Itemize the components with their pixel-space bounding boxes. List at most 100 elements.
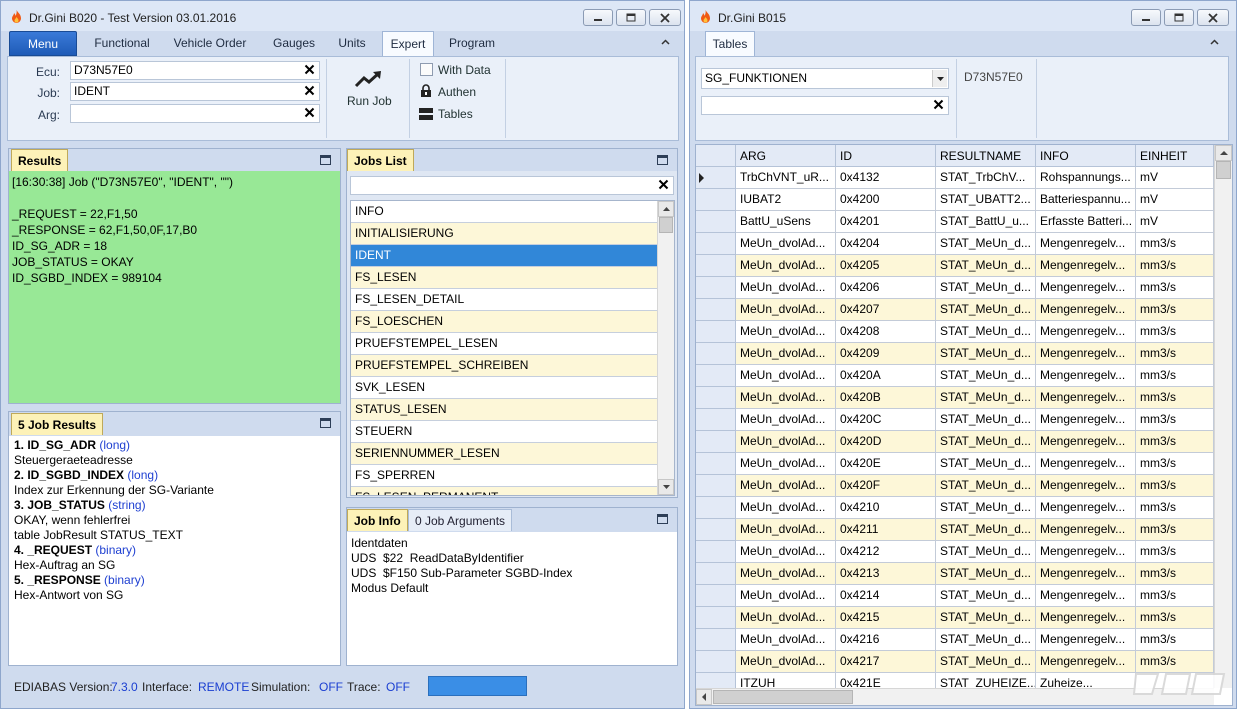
tab-functional[interactable]: Functional: [87, 31, 157, 56]
job-list-item[interactable]: FS_SPERREN: [351, 465, 657, 487]
grid-cell[interactable]: STAT_MeUn_d...: [936, 409, 1036, 431]
grid-cell[interactable]: STAT_MeUn_d...: [936, 519, 1036, 541]
grid-cell[interactable]: MeUn_dvolAd...: [736, 431, 836, 453]
row-header[interactable]: [696, 299, 736, 321]
grid-cell[interactable]: Mengenregelv...: [1036, 233, 1136, 255]
panel-maximize-icon[interactable]: [320, 418, 331, 428]
grid-cell[interactable]: 0x420F: [836, 475, 936, 497]
tables-button[interactable]: Tables: [438, 107, 473, 121]
grid-cell[interactable]: STAT_MeUn_d...: [936, 255, 1036, 277]
row-header[interactable]: [696, 453, 736, 475]
grid-cell[interactable]: mm3/s: [1136, 387, 1214, 409]
grid-cell[interactable]: Erfasste Batteri...: [1036, 211, 1136, 233]
clear-icon[interactable]: [304, 64, 315, 75]
grid-cell[interactable]: 0x4215: [836, 607, 936, 629]
row-header[interactable]: [696, 651, 736, 673]
grid-cell[interactable]: STAT_MeUn_d...: [936, 497, 1036, 519]
grid-cell[interactable]: MeUn_dvolAd...: [736, 453, 836, 475]
row-header[interactable]: [696, 343, 736, 365]
grid-cell[interactable]: mm3/s: [1136, 321, 1214, 343]
grid-cell[interactable]: Mengenregelv...: [1036, 541, 1136, 563]
grid-cell[interactable]: Mengenregelv...: [1036, 563, 1136, 585]
clear-icon[interactable]: [933, 99, 944, 110]
grid-cell[interactable]: mm3/s: [1136, 585, 1214, 607]
grid-cell[interactable]: STAT_MeUn_d...: [936, 387, 1036, 409]
grid-cell[interactable]: MeUn_dvolAd...: [736, 497, 836, 519]
grid-cell[interactable]: STAT_MeUn_d...: [936, 431, 1036, 453]
grid-cell[interactable]: 0x4217: [836, 651, 936, 673]
authen-button[interactable]: Authen: [438, 85, 476, 99]
grid-cell[interactable]: STAT_MeUn_d...: [936, 607, 1036, 629]
grid-cell[interactable]: STAT_MeUn_d...: [936, 365, 1036, 387]
grid-cell[interactable]: 0x4206: [836, 277, 936, 299]
row-header[interactable]: [696, 211, 736, 233]
grid-cell[interactable]: mm3/s: [1136, 607, 1214, 629]
grid-cell[interactable]: 0x420C: [836, 409, 936, 431]
grid-cell[interactable]: Mengenregelv...: [1036, 277, 1136, 299]
row-header[interactable]: [696, 563, 736, 585]
clear-icon[interactable]: [658, 179, 669, 190]
row-header[interactable]: [696, 607, 736, 629]
column-header-einheit[interactable]: EINHEIT: [1136, 145, 1214, 167]
grid-cell[interactable]: STAT_TrbChV...: [936, 167, 1036, 189]
grid-cell[interactable]: MeUn_dvolAd...: [736, 277, 836, 299]
grid-cell[interactable]: 0x4132: [836, 167, 936, 189]
scroll-down-button[interactable]: [658, 479, 674, 495]
row-header[interactable]: [696, 233, 736, 255]
row-header[interactable]: [696, 277, 736, 299]
grid-cell[interactable]: 0x4205: [836, 255, 936, 277]
grid-cell[interactable]: MeUn_dvolAd...: [736, 343, 836, 365]
grid-cell[interactable]: Mengenregelv...: [1036, 299, 1136, 321]
job-field[interactable]: IDENT: [70, 82, 320, 101]
maximize-button[interactable]: [1164, 9, 1194, 26]
grid-cell[interactable]: mm3/s: [1136, 343, 1214, 365]
with-data-checkbox[interactable]: [420, 63, 433, 76]
tab-menu[interactable]: Menu: [9, 31, 77, 56]
grid-cell[interactable]: mm3/s: [1136, 563, 1214, 585]
title-bar[interactable]: Dr.Gini B015: [690, 1, 1236, 31]
column-header-info[interactable]: INFO: [1036, 145, 1136, 167]
minimize-button[interactable]: [583, 9, 613, 26]
grid-cell[interactable]: Mengenregelv...: [1036, 497, 1136, 519]
grid-cell[interactable]: 0x4211: [836, 519, 936, 541]
job-list-item[interactable]: SVK_LESEN: [351, 377, 657, 399]
grid-cell[interactable]: 0x420D: [836, 431, 936, 453]
job-list-item[interactable]: FS_LOESCHEN: [351, 311, 657, 333]
grid-cell[interactable]: 0x420E: [836, 453, 936, 475]
grid-cell[interactable]: Mengenregelv...: [1036, 365, 1136, 387]
grid-cell[interactable]: 0x4213: [836, 563, 936, 585]
job-list-item[interactable]: INFO: [351, 201, 657, 223]
grid-cell[interactable]: Mengenregelv...: [1036, 629, 1136, 651]
grid-cell[interactable]: mm3/s: [1136, 299, 1214, 321]
grid-cell[interactable]: 0x420B: [836, 387, 936, 409]
grid-cell[interactable]: STAT_MeUn_d...: [936, 541, 1036, 563]
table-select[interactable]: SG_FUNKTIONEN: [701, 68, 949, 89]
grid-cell[interactable]: IUBAT2: [736, 189, 836, 211]
grid-cell[interactable]: STAT_MeUn_d...: [936, 585, 1036, 607]
tab-job-info[interactable]: Job Info: [347, 509, 408, 531]
arg-field[interactable]: [70, 104, 320, 123]
grid-cell[interactable]: mm3/s: [1136, 255, 1214, 277]
with-data-label[interactable]: With Data: [438, 63, 491, 77]
panel-maximize-icon[interactable]: [657, 155, 668, 165]
job-list-item[interactable]: STEUERN: [351, 421, 657, 443]
grid-cell[interactable]: Mengenregelv...: [1036, 475, 1136, 497]
grid-cell[interactable]: STAT_MeUn_d...: [936, 651, 1036, 673]
panel-maximize-icon[interactable]: [320, 155, 331, 165]
grid-cell[interactable]: Rohspannungs...: [1036, 167, 1136, 189]
grid-cell[interactable]: mm3/s: [1136, 475, 1214, 497]
grid-cell[interactable]: MeUn_dvolAd...: [736, 299, 836, 321]
grid-cell[interactable]: STAT_MeUn_d...: [936, 343, 1036, 365]
grid-cell[interactable]: Mengenregelv...: [1036, 387, 1136, 409]
job-list-item[interactable]: FS_LESEN_DETAIL: [351, 289, 657, 311]
grid-cell[interactable]: MeUn_dvolAd...: [736, 255, 836, 277]
grid-cell[interactable]: STAT_MeUn_d...: [936, 277, 1036, 299]
grid-cell[interactable]: mV: [1136, 189, 1214, 211]
grid-cell[interactable]: MeUn_dvolAd...: [736, 585, 836, 607]
scroll-thumb[interactable]: [1216, 161, 1231, 179]
tab-vehicle-order[interactable]: Vehicle Order: [167, 31, 253, 56]
ecu-field[interactable]: D73N57E0: [70, 61, 320, 80]
grid-cell[interactable]: MeUn_dvolAd...: [736, 475, 836, 497]
scroll-thumb[interactable]: [659, 217, 673, 233]
close-button[interactable]: [649, 9, 681, 26]
